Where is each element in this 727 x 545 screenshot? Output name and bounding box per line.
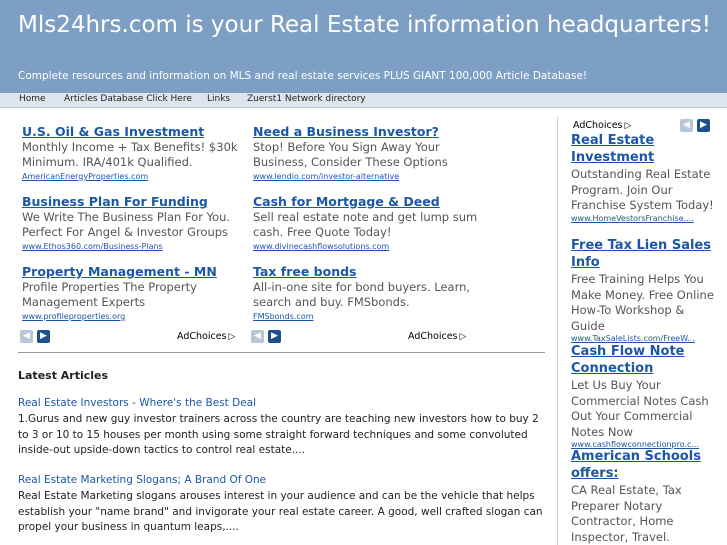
sidebar-ad-title[interactable]: Free Tax Lien Sales Info <box>571 238 721 271</box>
ad-prev-button[interactable]: ◀ <box>251 330 264 343</box>
nav-zuerst1-directory[interactable]: Zuerst1 Network directory <box>247 94 366 104</box>
ad-url[interactable]: FMSbonds.com <box>253 312 481 321</box>
ad-url[interactable]: www.profileproperties.org <box>22 312 250 321</box>
article-title-link[interactable]: Real Estate Marketing Slogans; A Brand O… <box>18 474 543 486</box>
sidebar-ad-next-button[interactable]: ▶ <box>697 119 710 132</box>
nav-home[interactable]: Home <box>19 94 46 104</box>
sidebar-ad-title[interactable]: Real Estate Investment <box>571 133 721 166</box>
sidebar-ad-description: Free Training Helps You Make Money. Free… <box>571 272 714 333</box>
adchoices-icon: ▷ <box>624 121 632 131</box>
ad-unit[interactable]: Business Plan For Funding We Write The B… <box>22 194 250 251</box>
sidebar-ad-description: CA Real Estate, Tax Preparer Notary Cont… <box>571 483 682 544</box>
adchoices-link[interactable]: AdChoices ▷ <box>573 120 631 131</box>
article-item: Real Estate Investors - Where's the Best… <box>18 397 543 459</box>
sidebar-ad-url[interactable]: www.HomeVestorsFranchise.... <box>571 214 721 223</box>
nav-links[interactable]: Links <box>207 94 230 104</box>
sidebar-ad-prev-button[interactable]: ◀ <box>680 119 693 132</box>
ad-description: Stop! Before You Sign Away Your Business… <box>253 140 448 169</box>
ad-title[interactable]: Business Plan For Funding <box>22 194 250 209</box>
site-header: Mls24hrs.com is your Real Estate informa… <box>0 0 727 93</box>
nav-articles-database[interactable]: Articles Database Click Here <box>64 94 192 104</box>
sidebar-ad-title[interactable]: Cash Flow Note Connection <box>571 344 721 377</box>
sidebar-divider <box>557 117 558 545</box>
adchoices-label: AdChoices <box>177 331 227 342</box>
ad-description: We Write The Business Plan For You. Perf… <box>22 210 231 239</box>
sidebar-ad-url[interactable]: www.cashflowconnectionpro.c... <box>571 440 721 449</box>
ad-title[interactable]: Tax free bonds <box>253 264 481 279</box>
ad-title[interactable]: Property Management - MN <box>22 264 250 279</box>
ad-unit[interactable]: Property Management - MN Profile Propert… <box>22 264 250 321</box>
article-excerpt: 1.Gurus and new guy investor trainers ac… <box>18 413 539 456</box>
ad-title[interactable]: Cash for Mortgage & Deed <box>253 194 481 209</box>
latest-articles-heading: Latest Articles <box>18 369 109 382</box>
ad-description: All-in-one site for bond buyers. Learn, … <box>253 280 471 309</box>
adchoices-label: AdChoices <box>408 331 458 342</box>
site-title[interactable]: Mls24hrs.com is your Real Estate informa… <box>18 10 718 40</box>
adchoices-icon: ▷ <box>459 332 467 342</box>
ad-next-button[interactable]: ▶ <box>268 330 281 343</box>
sidebar-ad-description: Outstanding Real Estate Program. Join Ou… <box>571 167 714 212</box>
article-excerpt: Real Estate Marketing slogans arouses in… <box>18 490 543 533</box>
sidebar-ad-description: Let Us Buy Your Commercial Notes Cash Ou… <box>571 378 709 439</box>
ad-description: Sell real estate note and get lump sum c… <box>253 210 478 239</box>
ad-url[interactable]: AmericanEnergyProperties.com <box>22 172 250 181</box>
adchoices-link[interactable]: AdChoices ▷ <box>177 331 235 342</box>
article-title-link[interactable]: Real Estate Investors - Where's the Best… <box>18 397 543 409</box>
ad-unit[interactable]: Cash for Mortgage & Deed Sell real estat… <box>253 194 481 251</box>
article-item: Real Estate Marketing Slogans; A Brand O… <box>18 474 543 536</box>
ad-description: Profile Properties The Property Manageme… <box>22 280 197 309</box>
nav-bar: Home Articles Database Click Here Links … <box>0 93 727 108</box>
sidebar-ad[interactable]: Real Estate Investment Outstanding Real … <box>571 133 721 223</box>
ad-prev-button[interactable]: ◀ <box>20 330 33 343</box>
ad-title[interactable]: Need a Business Investor? <box>253 124 481 139</box>
sidebar-ad[interactable]: American Schools offers: CA Real Estate,… <box>571 449 721 545</box>
ad-next-button[interactable]: ▶ <box>37 330 50 343</box>
sidebar-ad-title[interactable]: American Schools offers: <box>571 449 721 482</box>
ad-url[interactable]: www.lendio.com/investor-alternative <box>253 172 481 181</box>
adchoices-icon: ▷ <box>228 332 236 342</box>
adchoices-label: AdChoices <box>573 120 623 131</box>
sidebar-ad[interactable]: Free Tax Lien Sales Info Free Training H… <box>571 238 721 343</box>
ad-unit[interactable]: U.S. Oil & Gas Investment Monthly Income… <box>22 124 250 181</box>
sidebar-ad[interactable]: Cash Flow Note Connection Let Us Buy You… <box>571 344 721 449</box>
adchoices-link[interactable]: AdChoices ▷ <box>408 331 466 342</box>
ad-url[interactable]: www.divinecashflowsolutions.com <box>253 242 481 251</box>
site-tagline: Complete resources and information on ML… <box>18 70 588 82</box>
content-divider <box>18 352 545 353</box>
ad-description: Monthly Income + Tax Benefits! $30k Mini… <box>22 140 238 169</box>
ad-url[interactable]: www.Ethos360.com/Business-Plans <box>22 242 250 251</box>
ad-title[interactable]: U.S. Oil & Gas Investment <box>22 124 250 139</box>
ad-unit[interactable]: Need a Business Investor? Stop! Before Y… <box>253 124 481 181</box>
sidebar-ad-url[interactable]: www.TaxSaleLists.com/FreeW... <box>571 334 721 343</box>
ad-unit[interactable]: Tax free bonds All-in-one site for bond … <box>253 264 481 321</box>
